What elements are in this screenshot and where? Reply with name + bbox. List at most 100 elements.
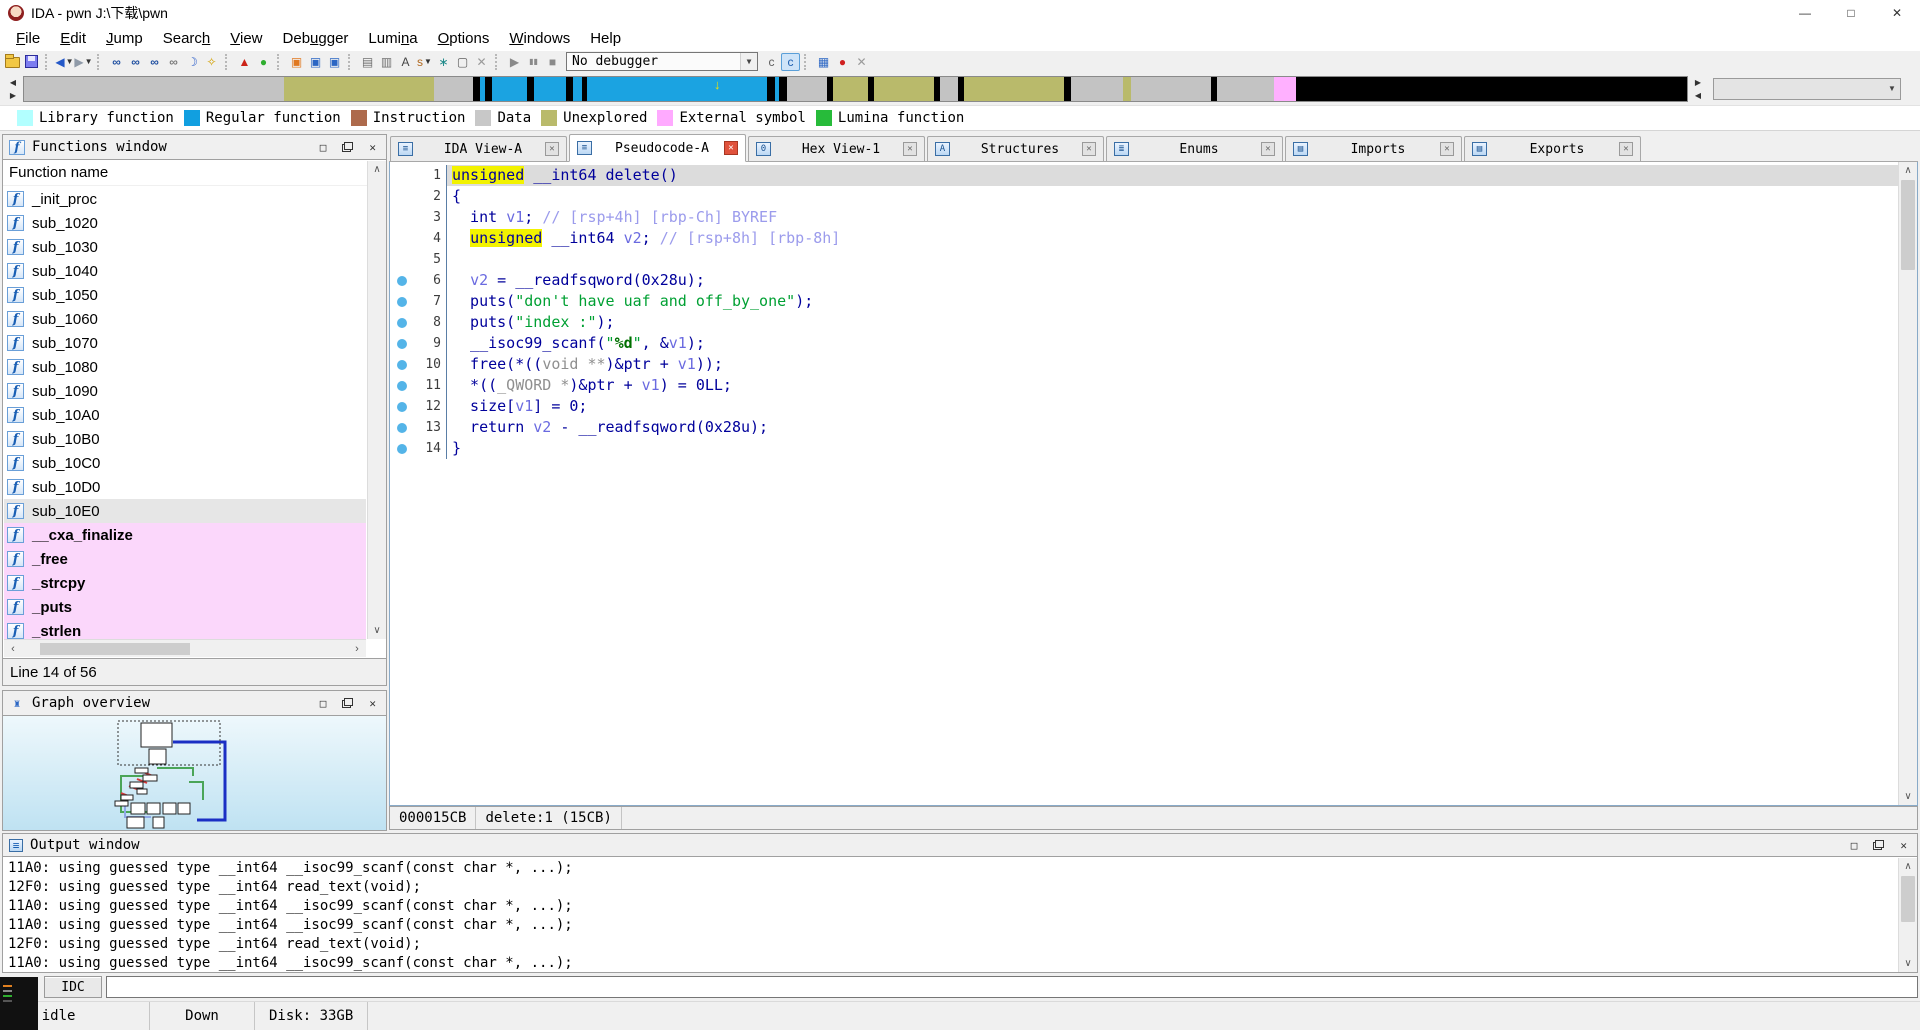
window-calc-icon[interactable]: ▣ — [287, 53, 306, 71]
functions-hscrollbar[interactable]: ‹ › — [4, 639, 366, 657]
function-row[interactable]: f _strcpy — [4, 571, 366, 595]
graph-overview-minimap[interactable] — [3, 716, 386, 830]
vscroll-thumb[interactable] — [1901, 876, 1915, 922]
function-row[interactable]: f _puts — [4, 595, 366, 619]
breakpoint-gutter[interactable] — [390, 375, 414, 396]
tab-close-icon[interactable]: ✕ — [1619, 142, 1633, 156]
menu-item-edit[interactable]: Edit — [50, 28, 96, 49]
maximize-panel-icon[interactable]: □ — [320, 698, 327, 709]
pseudocode-vscrollbar[interactable]: ∧ ∨ — [1898, 162, 1917, 805]
code-line[interactable]: 13 return v2 - __readfsqword(0x28u); — [390, 417, 1898, 438]
function-row[interactable]: f _free — [4, 547, 366, 571]
tab-pseudocode-a[interactable]: ≡ Pseudocode-A ✕ — [569, 134, 746, 162]
output-window-titlebar[interactable]: ≡ Output window □ ✕ — [3, 834, 1917, 857]
tab-ida-view-a[interactable]: ≡ IDA View-A ✕ — [390, 136, 567, 161]
breakpoint-gutter[interactable] — [390, 438, 414, 459]
code-line[interactable]: 5 — [390, 249, 1898, 270]
debug-stop-icon[interactable]: ■ — [543, 53, 562, 71]
search-binoculars-text-icon[interactable]: ∞ — [126, 53, 145, 71]
scroll-up-icon[interactable]: ∧ — [1899, 858, 1917, 875]
breakpoint-gutter[interactable] — [390, 291, 414, 312]
navband-zoom-left-icon[interactable]: ◀ — [1691, 89, 1705, 102]
function-row[interactable]: f sub_10C0 — [4, 451, 366, 475]
make-string-icon[interactable]: s ▼ — [415, 53, 434, 71]
float-panel-icon[interactable] — [1873, 840, 1885, 850]
code-line[interactable]: 7 puts("don't have uaf and off_by_one"); — [390, 291, 1898, 312]
breakpoint-gutter[interactable] — [390, 354, 414, 375]
tab-close-icon[interactable]: ✕ — [545, 142, 559, 156]
scroll-right-icon[interactable]: › — [348, 643, 366, 655]
navband-preset-combo[interactable]: ▼ — [1713, 77, 1901, 100]
navband-scroll-left-icon[interactable]: ◀ — [6, 76, 20, 89]
crescent-icon[interactable]: ☽ — [183, 53, 202, 71]
code-line[interactable]: 4 unsigned __int64 v2; // [rsp+8h] [rbp-… — [390, 228, 1898, 249]
code-line[interactable]: 6 v2 = __readfsqword(0x28u); — [390, 270, 1898, 291]
breakpoint-list-icon[interactable]: ▦ — [814, 53, 833, 71]
code-line[interactable]: 14} — [390, 438, 1898, 459]
pseudocode-view[interactable]: 1 unsigned __int64 delete() 2{3 int v1; //… — [389, 162, 1918, 806]
float-panel-icon[interactable] — [342, 698, 354, 708]
function-row[interactable]: f __cxa_finalize — [4, 523, 366, 547]
code-line[interactable]: 1 unsigned __int64 delete() — [390, 165, 1898, 186]
breakpoint-gutter[interactable] — [390, 228, 414, 249]
graph-overview-titlebar[interactable]: ♜ Graph overview □ ✕ — [3, 691, 386, 716]
scroll-down-icon[interactable]: ∨ — [1899, 788, 1917, 805]
breakpoint-gutter[interactable] — [390, 396, 414, 417]
close-panel-icon[interactable]: ✕ — [1900, 840, 1907, 851]
back-icon[interactable]: ◀ ▼ — [55, 53, 74, 71]
key-icon[interactable]: ✧ — [202, 53, 221, 71]
scroll-down-icon[interactable]: ∨ — [368, 622, 386, 639]
tab-close-icon[interactable]: ✕ — [903, 142, 917, 156]
close-panel-icon[interactable]: ✕ — [369, 142, 376, 153]
functions-window-titlebar[interactable]: f Functions window □ ✕ — [3, 135, 386, 160]
problem-icon[interactable]: ▲ — [235, 53, 254, 71]
tab-close-icon[interactable]: ✕ — [1261, 142, 1275, 156]
explore-icon[interactable]: ∗ — [434, 53, 453, 71]
breakpoint-gutter[interactable] — [390, 249, 414, 270]
search-binoculars-seq-icon[interactable]: ∞ — [164, 53, 183, 71]
breakpoint-dot-icon[interactable] — [397, 443, 407, 454]
output-vscrollbar[interactable]: ∧ ∨ — [1898, 858, 1917, 972]
function-row[interactable]: f sub_1020 — [4, 211, 366, 235]
scroll-up-icon[interactable]: ∧ — [1899, 162, 1917, 179]
breakpoint-gutter[interactable] — [390, 417, 414, 438]
make-name-icon[interactable]: A — [396, 53, 415, 71]
function-row[interactable]: f sub_10A0 — [4, 403, 366, 427]
search-binoculars-number-icon[interactable]: ∞ — [107, 53, 126, 71]
function-row[interactable]: f _init_proc — [4, 187, 366, 211]
function-row[interactable]: f _strlen — [4, 619, 366, 639]
function-row[interactable]: f sub_10D0 — [4, 475, 366, 499]
float-panel-icon[interactable] — [342, 142, 354, 152]
tab-close-icon[interactable]: ✕ — [1440, 142, 1454, 156]
breakpoint-gutter[interactable] — [390, 207, 414, 228]
breakpoint-dot-icon[interactable] — [397, 380, 407, 391]
function-row[interactable]: f sub_1090 — [4, 379, 366, 403]
tab-enums[interactable]: ≣ Enums ✕ — [1106, 136, 1283, 161]
breakpoint-gutter[interactable] — [390, 270, 414, 291]
open-file-icon[interactable] — [3, 53, 22, 71]
tab-close-icon[interactable]: ✕ — [1082, 142, 1096, 156]
lumina-icon[interactable]: ● — [254, 53, 273, 71]
undefine-icon[interactable]: ✕ — [472, 53, 491, 71]
scroll-down-icon[interactable]: ∨ — [1899, 955, 1917, 972]
menu-item-file[interactable]: File — [6, 28, 50, 49]
function-row[interactable]: f sub_1060 — [4, 307, 366, 331]
tab-close-icon[interactable]: ✕ — [724, 141, 738, 155]
menu-item-help[interactable]: Help — [580, 28, 631, 49]
tab-exports[interactable]: ▤ Exports ✕ — [1464, 136, 1641, 161]
code-line[interactable]: 11 *((_QWORD *)&ptr + v1) = 0LL; — [390, 375, 1898, 396]
forward-icon[interactable]: ▶ ▼ — [74, 53, 93, 71]
debug-play-icon[interactable]: ▶ — [505, 53, 524, 71]
hscroll-thumb[interactable] — [40, 642, 190, 655]
breakpoint-del-icon[interactable]: ✕ — [852, 53, 871, 71]
window-view-icon[interactable]: ▣ — [306, 53, 325, 71]
make-code-icon[interactable]: ▤ — [358, 53, 377, 71]
debugger-combo[interactable]: No debugger ▼ — [566, 52, 758, 71]
functions-vscrollbar[interactable]: ∧ ∨ — [367, 161, 386, 639]
breakpoint-dot-icon[interactable] — [397, 338, 407, 349]
close-panel-icon[interactable]: ✕ — [369, 698, 376, 709]
search-binoculars-imm-icon[interactable]: ∞ — [145, 53, 164, 71]
close-button[interactable]: ✕ — [1874, 0, 1920, 26]
jump-window-icon[interactable]: ▢ — [453, 53, 472, 71]
menu-item-search[interactable]: Search — [153, 28, 221, 49]
